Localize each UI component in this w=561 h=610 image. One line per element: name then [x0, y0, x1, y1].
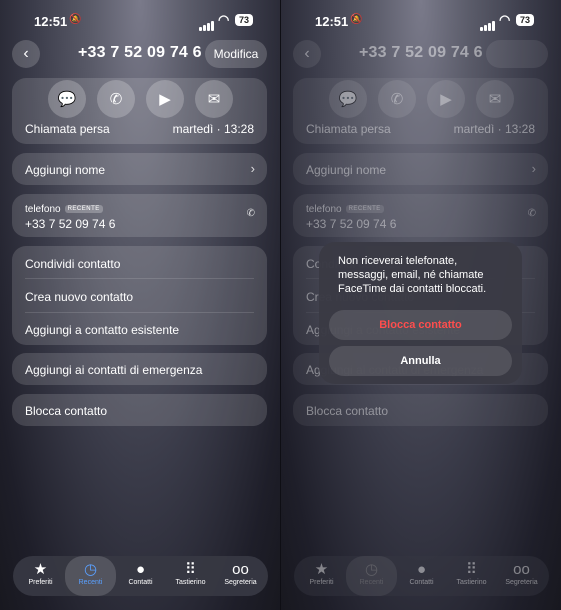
status-bar: 12:51 🔕 ◠ 73 [281, 8, 561, 32]
call-time: martedì · 13:28 [172, 122, 254, 136]
edit-button[interactable]: Modifica [205, 40, 267, 68]
star-icon: ★ [314, 561, 329, 578]
tab-recents[interactable]: ◷ Recenti [65, 556, 116, 596]
message-icon: 💬 [338, 91, 358, 108]
call-time: martedì · 13:28 [453, 122, 535, 136]
add-name-row[interactable]: Aggiungi nome › [12, 153, 267, 185]
dialog-message: Non riceverai telefonate, messaggi, emai… [338, 255, 487, 295]
page-title: +33 7 52 09 74 6 [359, 44, 483, 61]
chevron-right-icon: › [531, 161, 536, 176]
block-row[interactable]: Blocca contatto [293, 394, 548, 426]
person-icon: ● [416, 561, 427, 578]
keypad-icon: ⠿ [466, 561, 477, 578]
block-row[interactable]: Blocca contatto [12, 394, 267, 426]
message-button[interactable]: 💬 [329, 80, 367, 118]
back-button[interactable]: ‹ [12, 40, 40, 68]
block-label: Blocca contatto [306, 404, 389, 418]
chevron-left-icon: ‹ [23, 45, 29, 62]
wifi-icon: ◠ [499, 12, 511, 27]
phone-card[interactable]: telefono RECENTE +33 7 52 09 74 6 ✆ [293, 194, 548, 237]
add-name-label: Aggiungi nome [25, 163, 106, 177]
video-button[interactable]: ▶ [427, 80, 465, 118]
share-contact-item[interactable]: Condividi contatto [25, 257, 254, 271]
video-icon: ▶ [440, 91, 452, 108]
battery-icon: 73 [235, 14, 254, 26]
wifi-icon: ◠ [218, 12, 230, 27]
tab-voicemail[interactable]: oo Segreteria [215, 556, 266, 596]
emergency-row[interactable]: Aggiungi ai contatti di emergenza [12, 353, 267, 385]
phone-label: telefono [306, 204, 342, 215]
battery-icon: 73 [516, 14, 535, 26]
tab-favorites[interactable]: ★ Preferiti [296, 556, 347, 596]
tab-keypad[interactable]: ⠿ Tastierino [446, 556, 497, 596]
divider [25, 312, 254, 313]
voicemail-icon: oo [513, 561, 530, 578]
keypad-icon: ⠿ [185, 561, 196, 578]
block-label: Blocca contatto [25, 404, 108, 418]
divider [25, 278, 254, 279]
phone-icon: ✆ [390, 91, 404, 108]
recent-badge: RECENTE [64, 205, 103, 214]
voicemail-icon: oo [232, 561, 249, 578]
back-button[interactable]: ‹ [293, 40, 321, 68]
tab-recents[interactable]: ◷ Recenti [346, 556, 397, 596]
call-status: Chiamata persa [306, 122, 391, 136]
emergency-label: Aggiungi ai contatti di emergenza [25, 363, 203, 377]
status-bar: 12:51 🔕 ◠ 73 [0, 8, 280, 32]
star-icon: ★ [33, 561, 48, 578]
tab-contacts[interactable]: ● Contatti [115, 556, 166, 596]
tab-favorites[interactable]: ★ Preferiti [15, 556, 66, 596]
mail-button[interactable]: ✉ [195, 80, 233, 118]
silent-bell-icon: 🔕 [69, 14, 82, 25]
phone-icon: ✆ [527, 208, 536, 219]
block-confirm-dialog: Non riceverai telefonate, messaggi, emai… [319, 242, 522, 384]
tab-voicemail[interactable]: oo Segreteria [496, 556, 547, 596]
phone-number: +33 7 52 09 74 6 [306, 217, 397, 231]
action-buttons: 💬 ✆ ▶ ✉ [329, 80, 519, 118]
person-icon: ● [135, 561, 146, 578]
status-time: 12:51 [34, 14, 68, 29]
confirm-block-button[interactable]: Blocca contatto [329, 310, 512, 340]
call-button[interactable]: ✆ [97, 80, 135, 118]
video-button[interactable]: ▶ [146, 80, 184, 118]
menu-card: Condividi contatto Crea nuovo contatto A… [12, 246, 267, 345]
call-button[interactable]: ✆ [378, 80, 416, 118]
add-name-label: Aggiungi nome [306, 163, 387, 177]
phone-label: telefono [25, 204, 61, 215]
clock-icon: ◷ [83, 561, 98, 578]
clock-icon: ◷ [364, 561, 379, 578]
tab-bar: ★ Preferiti ◷ Recenti ● Contatti ⠿ Tastierin… [294, 556, 549, 596]
status-time: 12:51 [315, 14, 349, 29]
tab-keypad[interactable]: ⠿ Tastierino [165, 556, 216, 596]
tab-bar: ★ Preferiti ◷ Recenti ● Contatti ⠿ Tastierin… [13, 556, 268, 596]
recent-badge: RECENTE [345, 205, 384, 214]
add-name-row[interactable]: Aggiungi nome › [293, 153, 548, 185]
action-buttons: 💬 ✆ ▶ ✉ [48, 80, 238, 118]
call-status: Chiamata persa [25, 122, 110, 136]
phone-icon: ✆ [109, 91, 123, 108]
silent-bell-icon: 🔕 [350, 14, 363, 25]
mail-icon: ✉ [488, 91, 502, 108]
edit-button[interactable] [486, 40, 548, 68]
chevron-right-icon: › [250, 161, 255, 176]
chevron-left-icon: ‹ [304, 45, 310, 62]
add-existing-item[interactable]: Aggiungi a contatto esistente [25, 323, 254, 337]
video-icon: ▶ [159, 91, 171, 108]
message-icon: 💬 [57, 91, 77, 108]
cancel-button[interactable]: Annulla [329, 346, 512, 376]
phone-card[interactable]: telefono RECENTE +33 7 52 09 74 6 ✆ [12, 194, 267, 237]
create-contact-item[interactable]: Crea nuovo contatto [25, 290, 254, 304]
contact-screen: 12:51 🔕 ◠ 73 ‹ +33 7 52 09 74 6 Modifica… [0, 0, 280, 610]
signal-icon [480, 16, 496, 31]
tab-contacts[interactable]: ● Contatti [396, 556, 447, 596]
signal-icon [199, 16, 215, 31]
mail-button[interactable]: ✉ [476, 80, 514, 118]
mail-icon: ✉ [207, 91, 221, 108]
phone-number: +33 7 52 09 74 6 [25, 217, 116, 231]
page-title: +33 7 52 09 74 6 [78, 44, 202, 61]
message-button[interactable]: 💬 [48, 80, 86, 118]
phone-icon: ✆ [246, 208, 255, 219]
